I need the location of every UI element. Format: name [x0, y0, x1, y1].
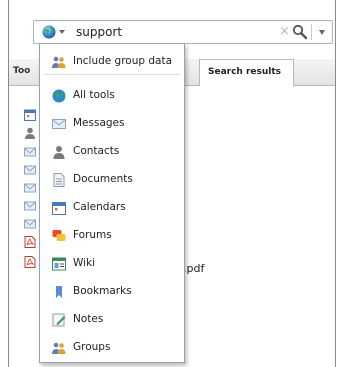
menu-item-wiki[interactable]: Wiki: [40, 254, 184, 274]
envelope-icon: [24, 183, 36, 193]
group-icon: [52, 56, 66, 68]
envelope-icon: [24, 219, 36, 229]
envelope-icon: [52, 119, 66, 129]
bookmark-icon: [56, 286, 62, 298]
pdf-icon: [24, 256, 36, 268]
note-icon: [52, 313, 66, 327]
search-options-caret-icon[interactable]: [319, 30, 325, 35]
clear-search-icon[interactable]: ×: [279, 24, 290, 39]
menu-item-messages[interactable]: Messages: [40, 114, 184, 134]
globe-icon: [52, 89, 66, 103]
menu-item-label: Documents: [73, 173, 133, 185]
wiki-icon: [52, 257, 66, 271]
tab-search-results[interactable]: Search results: [199, 59, 294, 86]
search-icon[interactable]: [292, 24, 308, 40]
calendar-icon: [52, 202, 66, 215]
menu-item-label: Notes: [73, 313, 104, 325]
menu-item-calendars[interactable]: Calendars: [40, 198, 184, 218]
menu-item-label: All tools: [73, 89, 115, 101]
menu-item-include-group-data[interactable]: Include group data: [40, 52, 184, 72]
pdf-icon: [24, 236, 36, 248]
scope-dropdown-caret-icon[interactable]: [59, 30, 65, 34]
result-file-name-fragment[interactable]: .pdf: [183, 262, 204, 275]
app-frame: × Too Search results: [0, 0, 338, 367]
menu-item-documents[interactable]: Documents: [40, 170, 184, 190]
menu-item-label: Messages: [73, 117, 125, 129]
forum-icon: [52, 230, 66, 241]
search-scope-menu: Include group data All tools Messages Co…: [39, 43, 185, 363]
tab-tools[interactable]: Too: [13, 66, 30, 76]
envelope-icon: [24, 201, 36, 211]
menu-item-label: Calendars: [73, 201, 126, 213]
menu-item-label: Bookmarks: [73, 285, 132, 297]
calendar-icon: [24, 109, 36, 121]
person-icon: [25, 127, 35, 139]
menu-item-all-tools[interactable]: All tools: [40, 86, 184, 106]
menu-item-forums[interactable]: Forums: [40, 226, 184, 246]
menu-item-label: Include group data: [73, 55, 173, 67]
left-border: [8, 0, 9, 367]
search-divider: [311, 24, 312, 40]
globe-icon[interactable]: [42, 25, 56, 39]
tab-search-results-label: Search results: [208, 67, 282, 77]
menu-item-contacts[interactable]: Contacts: [40, 142, 184, 162]
envelope-icon: [24, 147, 36, 157]
person-icon: [53, 146, 65, 159]
search-input[interactable]: [76, 23, 266, 41]
document-icon: [53, 173, 65, 187]
menu-item-groups[interactable]: Groups: [40, 338, 184, 358]
menu-item-label: Groups: [73, 341, 111, 353]
menu-item-label: Contacts: [73, 145, 120, 157]
right-border: [335, 0, 336, 367]
menu-item-label: Forums: [73, 229, 112, 241]
menu-divider: [44, 74, 180, 75]
search-bar: ×: [33, 20, 333, 44]
menu-item-label: Wiki: [73, 257, 96, 269]
menu-item-notes[interactable]: Notes: [40, 310, 184, 330]
menu-item-bookmarks[interactable]: Bookmarks: [40, 282, 184, 302]
groups-icon: [52, 342, 66, 354]
envelope-icon: [24, 165, 36, 175]
